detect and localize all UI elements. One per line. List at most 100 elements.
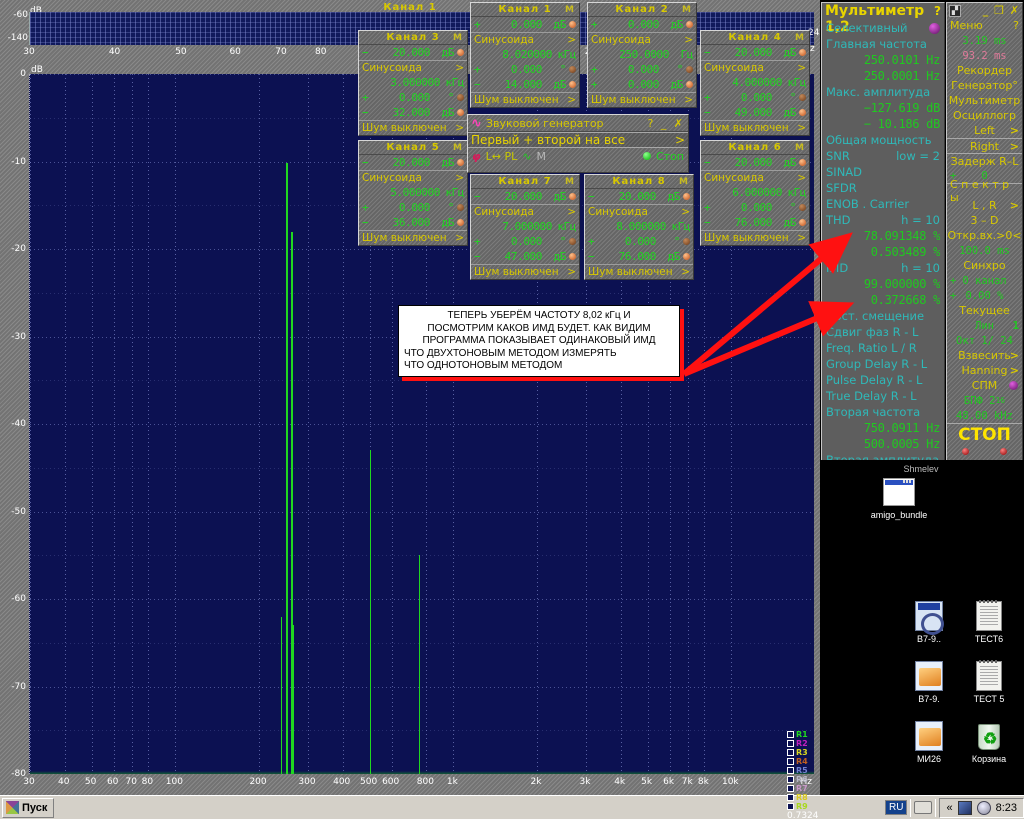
phase-knob-icon[interactable]	[799, 94, 806, 101]
menu-item-2[interactable]: Рекордер	[947, 63, 1022, 78]
menu-item-6[interactable]: Left>	[947, 123, 1022, 138]
channel-amplitude-row[interactable]: − 76.000 дБ	[585, 249, 693, 264]
amplitude-knob-icon[interactable]	[799, 109, 806, 116]
channel-m-flag[interactable]: M	[565, 177, 575, 187]
multimeter-label-row[interactable]: Пост. смещение	[822, 308, 944, 324]
multimeter-value-row[interactable]: 78.091348 %	[822, 228, 944, 244]
lock-label[interactable]: L↔ PL	[486, 150, 518, 163]
multimeter-label-row[interactable]: SFDR	[822, 180, 944, 196]
channel-m-flag[interactable]: M	[453, 33, 463, 43]
multimeter-label-row[interactable]: Вторая частота	[822, 404, 944, 420]
menu-item-5[interactable]: Осциллогр	[947, 108, 1022, 123]
desktop-icon-amigo-bundle[interactable]: amigo_bundle	[869, 476, 929, 520]
multimeter-label-row[interactable]: SINAD	[822, 164, 944, 180]
channel-amplitude-row[interactable]: + 0.000 дБ	[588, 77, 696, 92]
channel-waveform-row[interactable]: Синусоида >	[701, 60, 809, 75]
channel-phase-row[interactable]: + 0.000 °	[359, 90, 467, 105]
menu-item-19[interactable]: Лин1	[947, 318, 1022, 333]
tilde-icon[interactable]: ∿	[522, 150, 531, 163]
multimeter-help-icon[interactable]: ?	[934, 4, 941, 18]
menu-item-20[interactable]: Окт 1/ 24	[947, 333, 1022, 348]
channel-waveform-row[interactable]: Синусоида >	[701, 170, 809, 185]
channel-gain-row[interactable]: − 20.000 дБ	[359, 45, 467, 60]
legend-swatch[interactable]	[787, 749, 794, 756]
channel-phase-row[interactable]: + 0.000 °	[471, 234, 579, 249]
legend-swatch[interactable]	[787, 740, 794, 747]
channel-title-bar[interactable]: Канал 7 M	[471, 175, 579, 189]
channel-amplitude-row[interactable]: − 47.000 дБ	[471, 249, 579, 264]
legend-item-r7[interactable]: R7	[787, 784, 817, 793]
multimeter-label-row[interactable]: True Delay R - L	[822, 388, 944, 404]
legend-item-r6[interactable]: R6	[787, 775, 817, 784]
channel-frequency-row[interactable]: 4.000000 кГц	[701, 75, 809, 90]
channel-gain-row[interactable]: − 20.000 дБ	[585, 189, 693, 204]
legend-item-r3[interactable]: R3	[787, 748, 817, 757]
legend-swatch[interactable]	[787, 803, 794, 810]
multimeter-value-row[interactable]: 250.0001 Hz	[822, 68, 944, 84]
menu-item-8[interactable]: Задерж R–L	[947, 153, 1022, 168]
channel-frequency-row[interactable]: 8.000000 кГц	[585, 219, 693, 234]
amplitude-knob-icon[interactable]	[569, 253, 576, 260]
channel-waveform-row[interactable]: Синусоида >	[588, 32, 696, 47]
channel-waveform-row[interactable]: Синусоида >	[359, 60, 467, 75]
legend-swatch[interactable]	[787, 758, 794, 765]
channel-gain-row[interactable]: − 20.000 дБ	[701, 155, 809, 170]
menu-item-25[interactable]: 48.00 kHz	[947, 408, 1022, 423]
menu-item-15[interactable]: Синхро	[947, 258, 1022, 273]
menu-item-4[interactable]: Мультиметр	[947, 93, 1022, 108]
channel-amplitude-row[interactable]: − 32.000 дБ	[359, 105, 467, 120]
menu-item-7[interactable]: Right>	[947, 138, 1022, 153]
legend-swatch[interactable]	[787, 785, 794, 792]
amplitude-knob-icon[interactable]	[457, 109, 464, 116]
multimeter-label-row[interactable]: Group Delay R - L	[822, 356, 944, 372]
channel-noise-row[interactable]: Шум выключен >	[471, 92, 579, 107]
multimeter-value-row[interactable]: 0.372668 %	[822, 292, 944, 308]
channel-noise-row[interactable]: Шум выключен >	[701, 230, 809, 245]
desktop-icon-b7-9-b[interactable]: B7-9.	[899, 660, 959, 704]
channel-m-flag[interactable]: M	[795, 33, 805, 43]
channel-frequency-row[interactable]: 3.000000 кГц	[359, 75, 467, 90]
phase-knob-icon[interactable]	[799, 204, 806, 211]
channel-phase-row[interactable]: + 0.000 °	[585, 234, 693, 249]
channel-title-bar[interactable]: Канал 2 M	[588, 3, 696, 17]
menu-item-3[interactable]: Генератор°	[947, 78, 1022, 93]
channel-m-flag[interactable]: M	[682, 5, 692, 15]
legend-item-r4[interactable]: R4	[787, 757, 817, 766]
channel-phase-row[interactable]: + 0.000 °	[701, 90, 809, 105]
channel-m-flag[interactable]: M	[795, 143, 805, 153]
keyboard-icon[interactable]	[914, 801, 932, 814]
multimeter-label-row[interactable]: Общая мощность	[822, 132, 944, 148]
clock-icon[interactable]	[977, 801, 991, 815]
m-label[interactable]: M	[536, 150, 546, 163]
channel-m-flag[interactable]: M	[453, 143, 463, 153]
phase-knob-icon[interactable]	[569, 66, 576, 73]
multimeter-value-row[interactable]: 0.503489 %	[822, 244, 944, 260]
channel-noise-row[interactable]: Шум выключен >	[359, 230, 467, 245]
multimeter-value-row[interactable]: 99.000000 %	[822, 276, 944, 292]
multimeter-value-row[interactable]: 250.0101 Hz	[822, 52, 944, 68]
menu-item-18[interactable]: Текущее	[947, 303, 1022, 318]
phase-knob-icon[interactable]	[686, 66, 693, 73]
channel-amplitude-row[interactable]: − 49.000 дБ	[701, 105, 809, 120]
channel-title-bar[interactable]: Канал 5 M	[359, 141, 467, 155]
desktop-icon-test6[interactable]: ТЕСТ6	[959, 600, 1019, 644]
menu-item-13[interactable]: Откр.вх.>0<	[947, 228, 1022, 243]
channel-noise-row[interactable]: Шум выключен >	[359, 120, 467, 135]
phase-knob-icon[interactable]	[683, 238, 690, 245]
menu-item-23[interactable]: СПМ	[947, 378, 1022, 393]
legend-swatch[interactable]	[787, 767, 794, 774]
menu-item-12[interactable]: 3 – D	[947, 213, 1022, 228]
channel-title-bar[interactable]: Канал 3 M	[359, 31, 467, 45]
multimeter-label-row[interactable]: ENOB . Carrier	[822, 196, 944, 212]
channel-phase-row[interactable]: + 0.000 °	[359, 200, 467, 215]
channel-m-flag[interactable]: M	[565, 5, 575, 15]
multimeter-label-row[interactable]: Макс. амплитуда	[822, 84, 944, 100]
amplitude-knob-icon[interactable]	[799, 219, 806, 226]
menu-stop-button[interactable]: СТОП	[947, 423, 1022, 445]
channel-gain-row[interactable]: − 20.000 дБ	[471, 189, 579, 204]
channel-amplitude-row[interactable]: − 36.000 дБ	[359, 215, 467, 230]
desktop-icon-b7-9-a[interactable]: B7-9..	[899, 600, 959, 644]
trace-legend[interactable]: R1R2R3R4R5R6R7R8R9 0.7324	[787, 730, 817, 819]
channel-title-bar[interactable]: Канал 8 M	[585, 175, 693, 189]
channel-title-bar[interactable]: Канал 6 M	[701, 141, 809, 155]
